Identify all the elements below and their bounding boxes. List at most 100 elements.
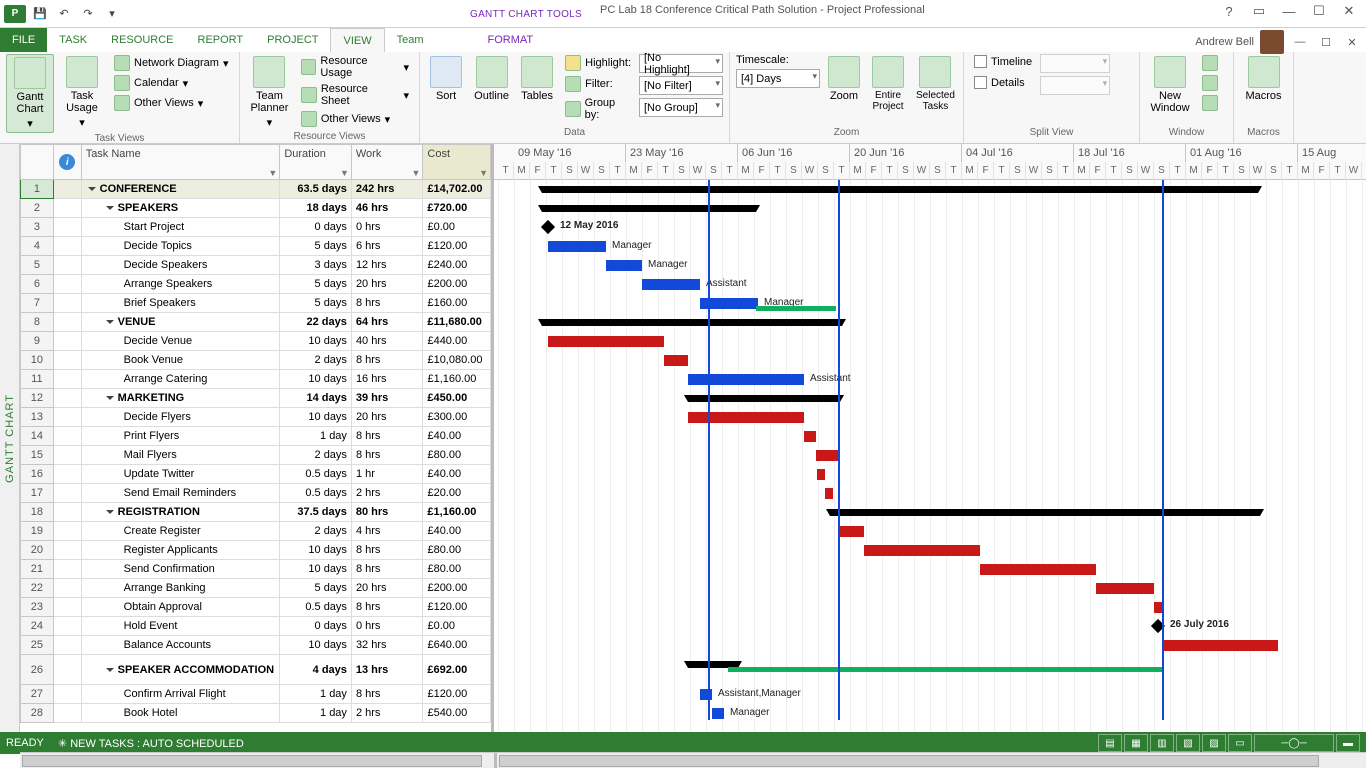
table-row[interactable]: 2SPEAKERS18 days46 hrs£720.00 [20,199,491,218]
work-cell[interactable]: 13 hrs [352,655,424,685]
task-name-cell[interactable]: Arrange Catering [82,370,281,389]
cost-cell[interactable]: £450.00 [423,389,491,408]
work-cell[interactable]: 2 hrs [352,704,424,723]
task-name-cell[interactable]: Obtain Approval [82,598,281,617]
undo-icon[interactable]: ↶ [54,4,74,24]
task-name-cell[interactable]: Mail Flyers [82,446,281,465]
duration-cell[interactable]: 1 day [280,704,352,723]
duration-cell[interactable]: 5 days [280,294,352,313]
table-row[interactable]: 11Arrange Catering10 days16 hrs£1,160.00 [20,370,491,389]
macros-button[interactable]: Macros [1240,54,1287,127]
tab-project[interactable]: PROJECT [255,28,330,52]
user-account[interactable]: Andrew Bell — ☐ ✕ [1195,30,1362,54]
table-row[interactable]: 9Decide Venue10 days40 hrs£440.00 [20,332,491,351]
row-number[interactable]: 14 [20,427,54,446]
work-cell[interactable]: 0 hrs [352,617,424,636]
timescale-select[interactable]: [4] Days [736,69,820,88]
row-number[interactable]: 3 [20,218,54,237]
row-number[interactable]: 11 [20,370,54,389]
task-bar[interactable] [756,306,836,311]
cost-cell[interactable]: £40.00 [423,465,491,484]
task-name-cell[interactable]: MARKETING [82,389,281,408]
task-bar[interactable] [1162,640,1278,651]
timeline-check[interactable]: Timeline [970,54,1036,69]
row-number[interactable]: 10 [20,351,54,370]
task-name-cell[interactable]: SPEAKERS [82,199,281,218]
task-name-cell[interactable]: Send Confirmation [82,560,281,579]
duration-cell[interactable]: 18 days [280,199,352,218]
work-cell[interactable]: 64 hrs [352,313,424,332]
duration-cell[interactable]: 1 day [280,427,352,446]
work-cell[interactable]: 2 hrs [352,484,424,503]
row-number[interactable]: 6 [20,275,54,294]
work-cell[interactable]: 6 hrs [352,237,424,256]
cost-cell[interactable]: £14,702.00 [423,180,491,199]
table-row[interactable]: 21Send Confirmation10 days8 hrs£80.00 [20,560,491,579]
duration-cell[interactable]: 4 days [280,655,352,685]
cost-cell[interactable]: £40.00 [423,522,491,541]
task-bar[interactable] [864,545,980,556]
table-row[interactable]: 20Register Applicants10 days8 hrs£80.00 [20,541,491,560]
work-cell[interactable]: 20 hrs [352,579,424,598]
task-name-cell[interactable]: Book Venue [82,351,281,370]
task-bar[interactable] [688,374,804,385]
scroll-thumb-right[interactable] [499,755,1319,767]
cost-cell[interactable]: £80.00 [423,560,491,579]
duration-cell[interactable]: 2 days [280,351,352,370]
cost-cell[interactable]: £200.00 [423,275,491,294]
tab-file[interactable]: FILE [0,28,47,52]
table-row[interactable]: 7Brief Speakers5 days8 hrs£160.00 [20,294,491,313]
work-cell[interactable]: 12 hrs [352,256,424,275]
duration-cell[interactable]: 2 days [280,446,352,465]
cost-cell[interactable]: £300.00 [423,408,491,427]
cost-cell[interactable]: £0.00 [423,218,491,237]
table-row[interactable]: 1CONFERENCE63.5 days242 hrs£14,702.00 [20,180,491,199]
redo-icon[interactable]: ↷ [78,4,98,24]
row-number[interactable]: 21 [20,560,54,579]
resource-sheet-button[interactable]: Resource Sheet ▾ [297,82,413,108]
task-bar[interactable] [712,708,724,719]
table-row[interactable]: 18REGISTRATION37.5 days80 hrs£1,160.00 [20,503,491,522]
duration-cell[interactable]: 10 days [280,636,352,655]
task-name-cell[interactable]: Decide Flyers [82,408,281,427]
task-name-cell[interactable]: CONFERENCE [82,180,281,199]
timescale[interactable]: 09 May '1623 May '1606 Jun '1620 Jun '16… [494,144,1366,180]
task-bar[interactable] [840,526,864,537]
view-sheet-icon[interactable]: ▧ [1176,734,1200,752]
duration-cell[interactable]: 10 days [280,370,352,389]
cost-cell[interactable]: £1,160.00 [423,370,491,389]
work-cell[interactable]: 39 hrs [352,389,424,408]
work-cell[interactable]: 32 hrs [352,636,424,655]
switch-windows-button[interactable] [1198,54,1222,72]
duration-cell[interactable]: 5 days [280,237,352,256]
cost-cell[interactable]: £240.00 [423,256,491,275]
row-number[interactable]: 23 [20,598,54,617]
row-number[interactable]: 9 [20,332,54,351]
select-all-cell[interactable] [20,144,54,180]
timeline-view-select[interactable] [1040,54,1110,73]
table-row[interactable]: 22Arrange Banking5 days20 hrs£200.00 [20,579,491,598]
task-name-cell[interactable]: Send Email Reminders [82,484,281,503]
duration-cell[interactable]: 2 days [280,522,352,541]
duration-cell[interactable]: 1 day [280,685,352,704]
work-cell[interactable]: 8 hrs [352,294,424,313]
cost-cell[interactable]: £20.00 [423,484,491,503]
row-number[interactable]: 7 [20,294,54,313]
task-name-cell[interactable]: Print Flyers [82,427,281,446]
team-planner-button[interactable]: Team Planner▾ [246,54,293,131]
task-bar[interactable] [804,431,816,442]
task-bar[interactable] [728,667,1162,672]
table-row[interactable]: 16Update Twitter0.5 days1 hr£40.00 [20,465,491,484]
row-number[interactable]: 8 [20,313,54,332]
task-bar[interactable] [1154,602,1162,613]
zoom-slider[interactable]: ─◯─ [1254,734,1334,752]
task-name-cell[interactable]: Arrange Banking [82,579,281,598]
cost-cell[interactable]: £440.00 [423,332,491,351]
task-bar[interactable] [642,279,700,290]
zoom-button[interactable]: Zoom [824,54,864,127]
resource-usage-button[interactable]: Resource Usage ▾ [297,54,413,80]
hide-button[interactable] [1198,94,1222,112]
summary-bar[interactable] [688,395,840,402]
row-number[interactable]: 27 [20,685,54,704]
row-number[interactable]: 26 [20,655,54,685]
